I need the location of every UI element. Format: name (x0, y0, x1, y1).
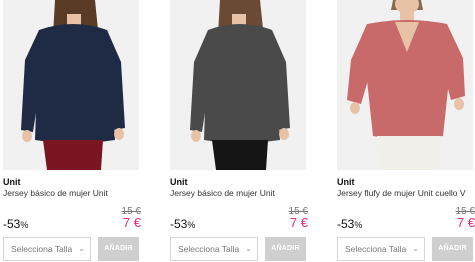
product-card[interactable]: Unit Jersey flufy de mujer Unit cuello V… (337, 0, 475, 262)
discount-badge: -53% (3, 217, 28, 231)
size-select[interactable]: Selecciona Talla ⌄ (170, 237, 258, 261)
add-to-cart-button[interactable]: AÑADIR (265, 237, 306, 261)
product-name[interactable]: Jersey flufy de mujer Unit cuello V (337, 188, 466, 198)
product-image[interactable] (337, 0, 473, 170)
size-select[interactable]: Selecciona Talla ⌄ (3, 237, 91, 261)
discount-value: -53 (337, 217, 355, 231)
sale-price: 7 € (456, 215, 475, 230)
product-name[interactable]: Jersey básico de mujer Unit (170, 188, 275, 198)
size-select-placeholder: Selecciona Talla (178, 244, 240, 254)
garment-shape (35, 24, 115, 143)
discount-unit: % (20, 220, 29, 230)
size-select-placeholder: Selecciona Talla (345, 244, 407, 254)
product-image[interactable] (170, 0, 306, 170)
product-brand: Unit (337, 177, 355, 187)
product-card[interactable]: Unit Jersey básico de mujer Unit 15 € -5… (170, 0, 308, 262)
chevron-down-icon: ⌄ (412, 244, 419, 253)
model-photo (170, 0, 306, 170)
discount-value: -53 (3, 217, 21, 231)
model-photo (337, 0, 473, 170)
chevron-down-icon: ⌄ (245, 244, 252, 253)
product-grid: Unit Jersey básico de mujer Unit 15 € -5… (0, 0, 475, 262)
pants-shape (377, 136, 441, 170)
discount-value: -53 (170, 217, 188, 231)
discount-badge: -53% (337, 217, 362, 231)
product-card[interactable]: Unit Jersey básico de mujer Unit 15 € -5… (3, 0, 141, 262)
chevron-down-icon: ⌄ (78, 244, 85, 253)
add-to-cart-button[interactable]: AÑADIR (98, 237, 139, 261)
garment-shape (204, 24, 280, 143)
product-brand: Unit (170, 177, 188, 187)
add-to-cart-button[interactable]: AÑADIR (432, 237, 473, 261)
size-select[interactable]: Selecciona Talla ⌄ (337, 237, 425, 261)
sale-price: 7 € (289, 215, 308, 230)
discount-unit: % (187, 220, 196, 230)
size-select-placeholder: Selecciona Talla (11, 244, 73, 254)
product-name[interactable]: Jersey básico de mujer Unit (3, 188, 108, 198)
model-photo (3, 0, 139, 170)
pants-shape (212, 140, 268, 170)
sale-price: 7 € (122, 215, 141, 230)
discount-badge: -53% (170, 217, 195, 231)
product-brand: Unit (3, 177, 21, 187)
pants-shape (43, 140, 103, 170)
discount-unit: % (354, 220, 363, 230)
product-image[interactable] (3, 0, 139, 170)
